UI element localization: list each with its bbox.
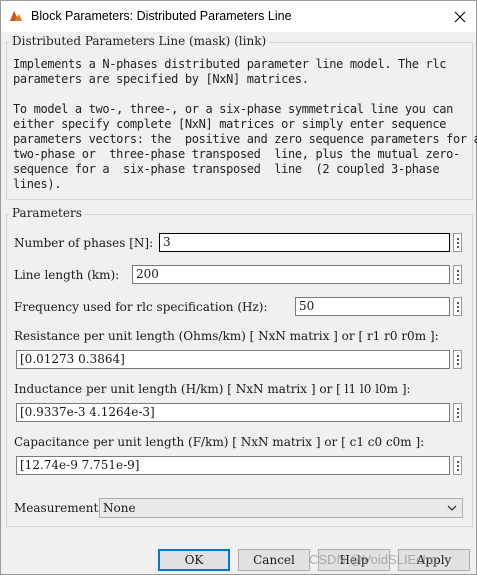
mask-description-line-9: lines). [13,177,62,191]
chevron-down-icon [447,505,457,511]
resistance-label: Resistance per unit length (Ohms/km) [ N… [14,329,439,343]
capacitance-field[interactable]: [12.74e-9 7.751e-9] [16,456,450,475]
watermark-text: CSDN @VoidSLIEcho [309,552,438,567]
mask-description-line-8: sequence for a six-phase transposed line… [13,162,440,176]
mask-description-line-6: parameters vectors: the positive and zer… [13,132,477,146]
capacitance-label: Capacitance per unit length (F/km) [ NxN… [14,435,425,449]
length-field[interactable]: 200 [132,265,450,284]
frequency-more-button[interactable] [453,297,462,316]
inductance-label: Inductance per unit length (H/km) [ NxN … [14,382,411,396]
parameters-legend: Parameters [9,206,85,220]
ok-button[interactable]: OK [158,549,230,571]
simulink-block-icon [10,11,22,21]
cancel-button[interactable]: Cancel [238,549,310,571]
inductance-more-button[interactable] [453,403,462,422]
resistance-field[interactable]: [0.01273 0.3864] [16,350,450,369]
phases-label: Number of phases [N]: [14,236,154,250]
measurements-label: Measurements [14,501,105,515]
window-title: Block Parameters: Distributed Parameters… [31,9,292,23]
mask-description-line-5: either specify complete [NxN] matrices o… [13,117,447,131]
resistance-more-button[interactable] [453,350,462,369]
phases-field[interactable]: 3 [159,233,450,252]
mask-description-line-7: two-phase or three-phase transposed line… [13,147,460,161]
title-bar: Block Parameters: Distributed Parameters… [1,1,476,32]
mask-description-line-2: parameters are specified by [NxN] matric… [13,72,309,86]
parameters-group: Parameters [6,206,473,527]
length-more-button[interactable] [453,265,462,284]
measurements-selected: None [103,501,136,515]
mask-description-line-4: To model a two-, three-, or a six-phase … [13,102,453,116]
capacitance-more-button[interactable] [453,456,462,475]
length-label: Line length (km): [14,268,120,282]
block-parameters-dialog: Block Parameters: Distributed Parameters… [0,0,477,575]
inductance-field[interactable]: [0.9337e-3 4.1264e-3] [16,403,450,422]
measurements-dropdown[interactable]: None [99,498,463,518]
frequency-field[interactable]: 50 [295,297,450,316]
phases-more-button[interactable] [453,233,462,252]
mask-legend: Distributed Parameters Line (mask) (link… [9,34,270,48]
mask-description-line-1: Implements a N-phases distributed parame… [13,57,447,71]
frequency-label: Frequency used for rlc specification (Hz… [14,300,268,314]
close-icon [454,11,466,22]
close-button[interactable] [444,1,476,32]
